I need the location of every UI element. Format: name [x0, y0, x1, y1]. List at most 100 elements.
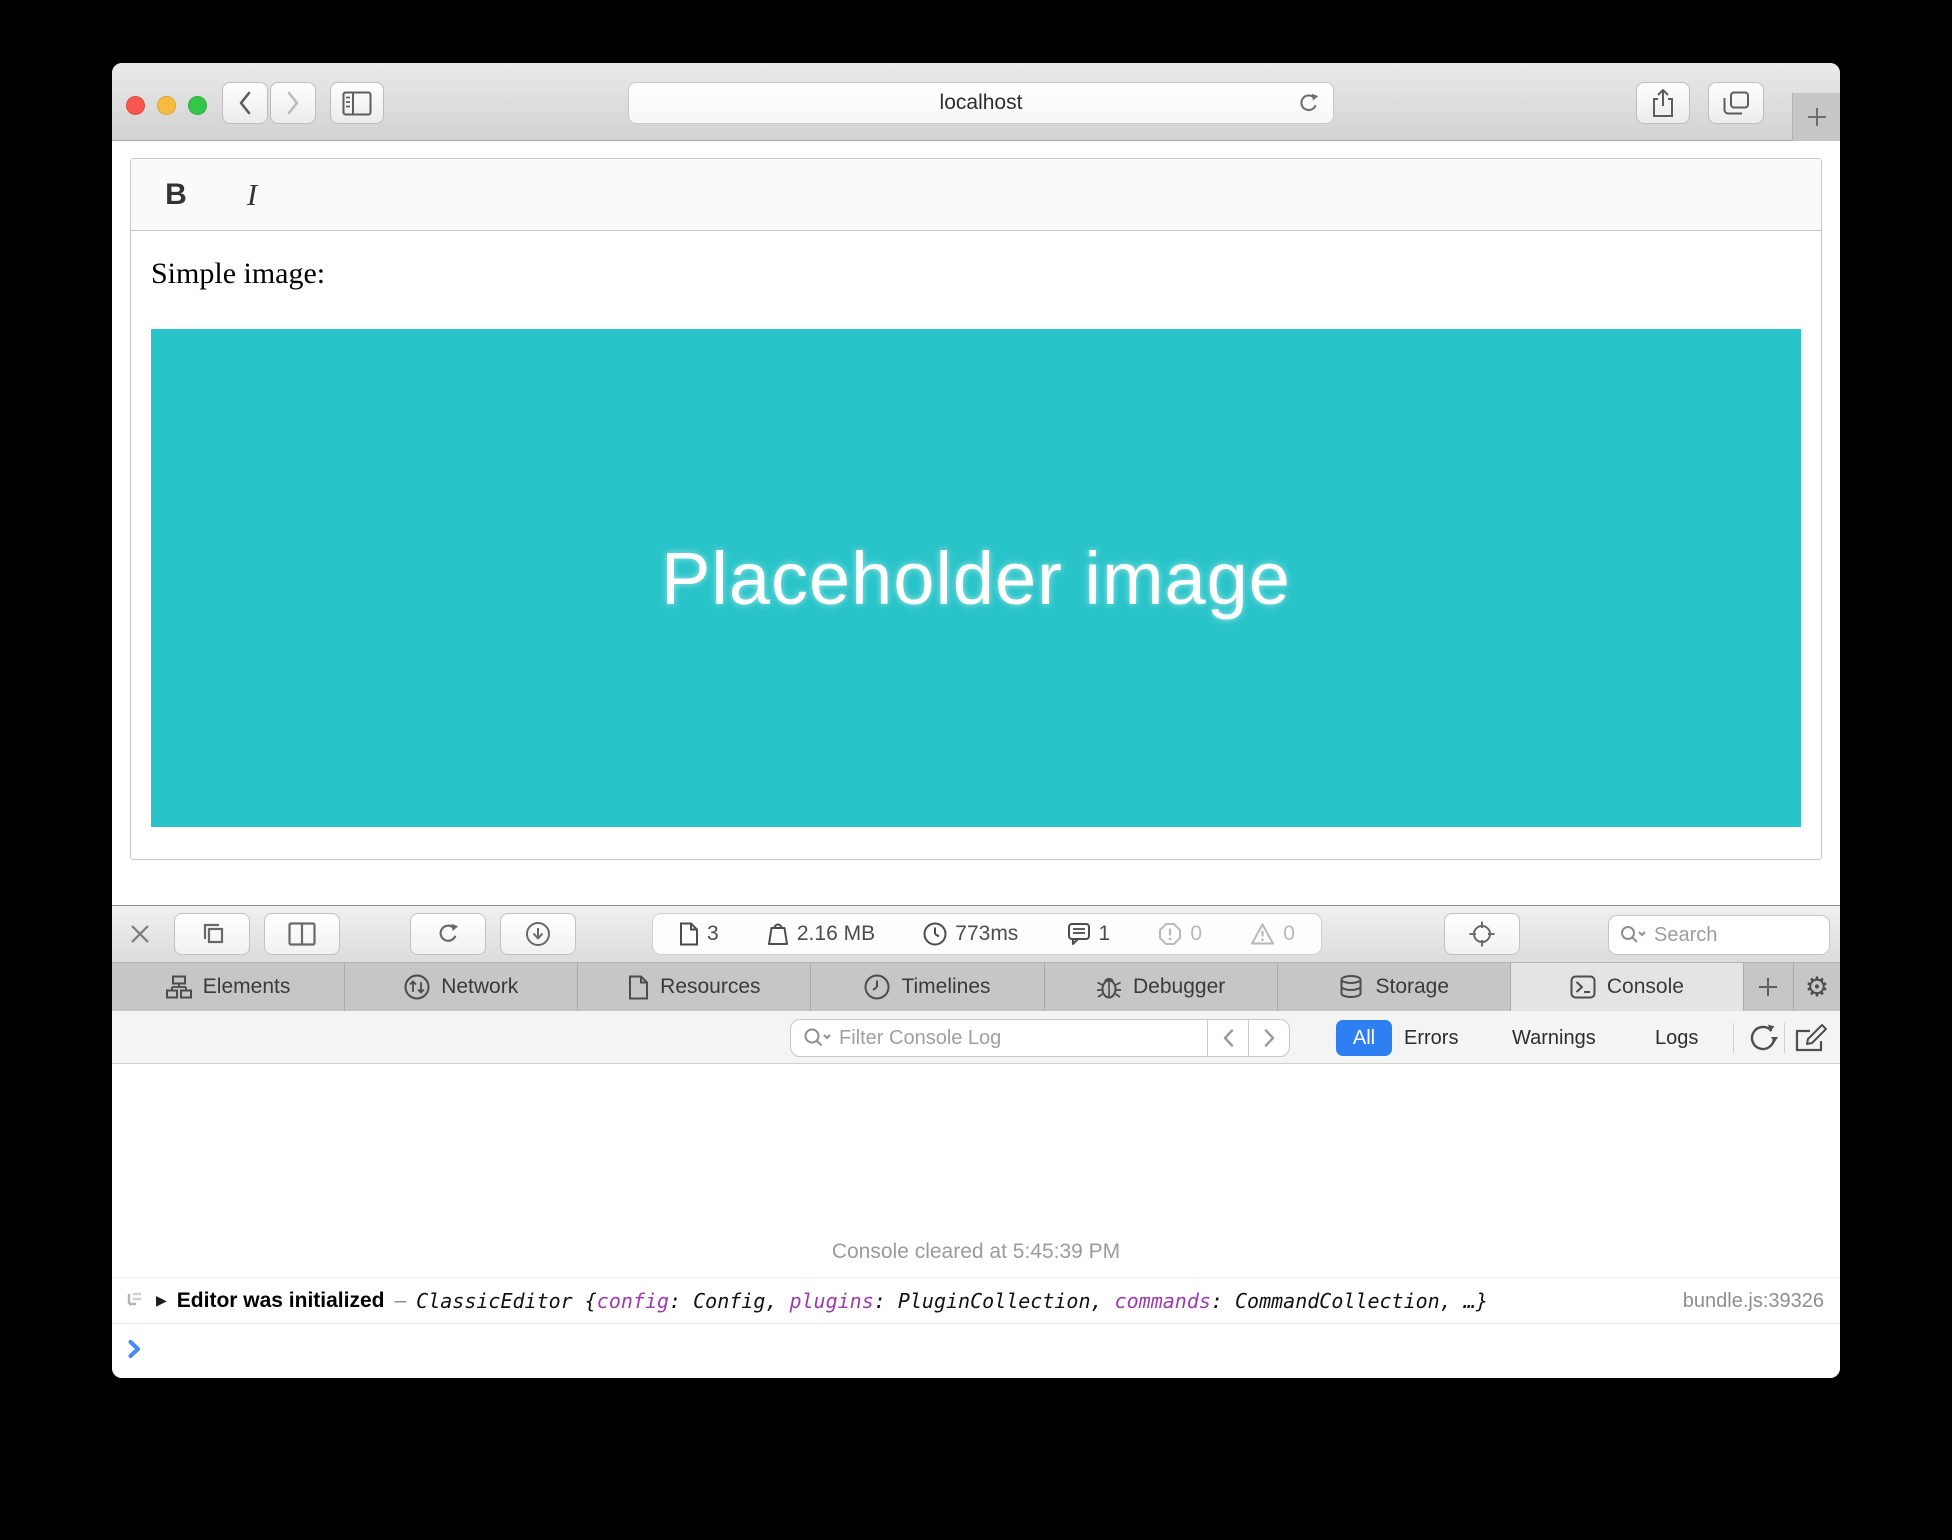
plus-icon [1805, 105, 1829, 129]
sidebar-toggle-button[interactable] [330, 82, 384, 124]
share-button[interactable] [1636, 82, 1690, 124]
log-object-key: config [597, 1289, 669, 1313]
tab-resources[interactable]: Resources [578, 963, 811, 1011]
reload-icon [435, 921, 461, 947]
minimize-window-button[interactable] [157, 96, 176, 115]
tab-timelines[interactable]: Timelines [811, 963, 1044, 1011]
editor-paragraph: Simple image: [151, 257, 1801, 291]
find-previous-button[interactable] [1207, 1020, 1248, 1056]
share-icon [1651, 88, 1675, 118]
new-tab-button[interactable] [1792, 93, 1840, 141]
tab-elements[interactable]: Elements [112, 963, 345, 1011]
console-prompt-row[interactable] [112, 1324, 1840, 1360]
console-output[interactable]: Console cleared at 5:45:39 PM ▶ Editor w… [112, 1064, 1840, 1378]
inspect-element-button[interactable] [1444, 913, 1520, 955]
search-icon [791, 1027, 839, 1049]
preserve-log-refresh-button[interactable] [1745, 1021, 1779, 1055]
filter-console-field[interactable] [790, 1019, 1290, 1057]
url-text: localhost [940, 91, 1023, 115]
scope-errors-button[interactable]: Errors [1404, 1020, 1458, 1056]
tab-network[interactable]: Network [345, 963, 578, 1011]
timelines-clock-icon [864, 974, 890, 1000]
stat-warnings: 0 [1250, 922, 1295, 946]
clock-icon [923, 922, 947, 946]
split-pane-icon [288, 922, 316, 946]
detach-window-icon [199, 921, 226, 947]
zoom-window-button[interactable] [188, 96, 207, 115]
search-icon [1619, 924, 1646, 946]
log-message: Editor was initialized [177, 1289, 385, 1313]
disclosure-triangle-icon[interactable]: ▶ [156, 1293, 167, 1309]
tab-storage[interactable]: Storage [1278, 963, 1511, 1011]
tab-console[interactable]: Console [1511, 963, 1744, 1011]
stat-console-messages: 1 [1067, 922, 1111, 946]
editor-toolbar: B I [131, 159, 1821, 231]
back-button[interactable] [222, 82, 268, 124]
message-bubble-icon [1067, 922, 1091, 946]
traffic-lights [126, 96, 207, 115]
safari-window: localhost [112, 63, 1840, 1378]
scope-logs-button[interactable]: Logs [1655, 1020, 1698, 1056]
elements-icon [166, 975, 192, 999]
devtools-toolbar: 3 2.16 MB 773ms 1 [112, 905, 1840, 963]
chevron-left-icon [237, 90, 253, 116]
dock-to-window-button[interactable] [174, 913, 250, 955]
divider [1733, 1023, 1734, 1053]
log-object-token: ClassicEditor { [416, 1289, 597, 1313]
devtools-settings-button[interactable]: ⚙ [1794, 963, 1840, 1011]
console-log-row[interactable]: ▶ Editor was initialized – ClassicEditor… [112, 1278, 1840, 1324]
bold-button[interactable]: B [153, 172, 199, 218]
scope-warnings-button[interactable]: Warnings [1512, 1020, 1596, 1056]
chevron-right-icon [285, 90, 301, 116]
log-object-token: : Config, [669, 1289, 789, 1313]
resource-stats-bar[interactable]: 3 2.16 MB 773ms 1 [652, 913, 1322, 955]
error-octagon-icon [1158, 922, 1182, 946]
storage-database-icon [1338, 974, 1364, 1000]
devtools-close-button[interactable] [128, 922, 152, 946]
tabs-icon [1723, 91, 1750, 116]
log-object-token: : CommandCollection, …} [1211, 1289, 1488, 1313]
reload-button[interactable] [1296, 91, 1321, 116]
tab-debugger[interactable]: Debugger [1045, 963, 1278, 1011]
log-object-key: commands [1115, 1289, 1211, 1313]
log-object-token: : PluginCollection, [874, 1289, 1115, 1313]
weight-icon [767, 922, 789, 946]
divider [1784, 1023, 1785, 1053]
log-source-link[interactable]: bundle.js:39326 [1683, 1290, 1824, 1313]
web-page: B I Simple image: Placeholder image [112, 141, 1840, 905]
find-next-button[interactable] [1248, 1020, 1289, 1056]
console-filter-bar: All Errors Warnings Logs [112, 1011, 1840, 1064]
sidebar-icon [342, 91, 372, 116]
forward-button[interactable] [270, 82, 316, 124]
dock-to-side-button[interactable] [264, 913, 340, 955]
warning-triangle-icon [1250, 922, 1275, 946]
editor-content[interactable]: Simple image: Placeholder image [131, 231, 1821, 859]
italic-button[interactable]: I [229, 172, 275, 218]
stat-transfer-size: 2.16 MB [767, 922, 875, 946]
filter-console-input[interactable] [839, 1027, 1207, 1050]
stat-resources: 3 [679, 922, 719, 946]
placeholder-image[interactable]: Placeholder image [151, 329, 1801, 827]
address-bar[interactable]: localhost [628, 82, 1334, 124]
prompt-chevron-icon [127, 1338, 1840, 1360]
download-icon [525, 921, 551, 947]
devtools-new-tab-button[interactable] [1744, 963, 1794, 1011]
placeholder-image-label: Placeholder image [661, 536, 1291, 621]
close-window-button[interactable] [126, 96, 145, 115]
page-reload-button[interactable] [410, 913, 486, 955]
clear-console-button[interactable] [1794, 1023, 1828, 1053]
download-web-archive-button[interactable] [500, 913, 576, 955]
tab-overview-button[interactable] [1708, 82, 1764, 124]
plus-icon [1757, 976, 1779, 998]
console-icon [1570, 975, 1596, 999]
console-cleared-message: Console cleared at 5:45:39 PM [112, 1064, 1840, 1278]
search-input[interactable] [1654, 924, 1784, 947]
log-separator: – [394, 1289, 406, 1313]
devtools-search-field[interactable] [1608, 915, 1830, 955]
log-object-key: plugins [789, 1289, 873, 1313]
log-level-icon [126, 1291, 144, 1311]
browser-toolbar: localhost [112, 63, 1840, 141]
rich-text-editor: B I Simple image: Placeholder image [130, 158, 1822, 860]
scope-all-button[interactable]: All [1336, 1020, 1392, 1056]
gear-icon: ⚙ [1805, 972, 1829, 1003]
